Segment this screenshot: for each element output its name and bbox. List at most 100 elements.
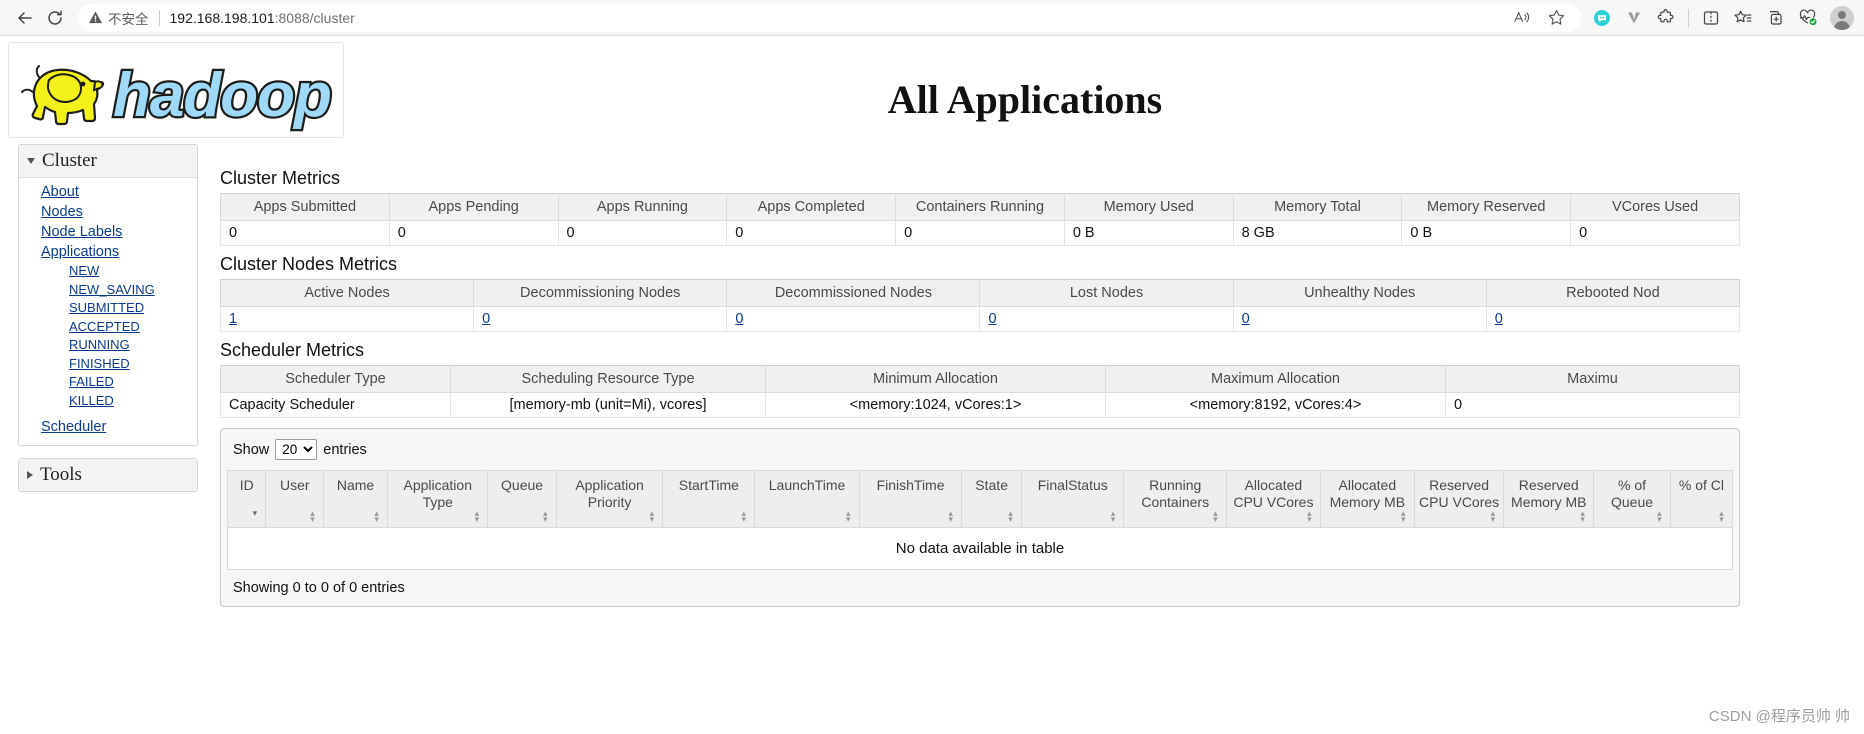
table-row: 1 0 0 0 0 0 xyxy=(219,306,1741,332)
col-header-allocated-cpu-vcores[interactable]: Allocated CPU VCores ▴ ▾ xyxy=(1225,470,1321,528)
profile-avatar-icon[interactable] xyxy=(1830,5,1854,30)
table-row: Capacity Scheduler [memory-mb (unit=Mi),… xyxy=(220,392,1740,418)
col-decommissioning-nodes: Decommissioning Nodes xyxy=(473,279,728,307)
omnibox-divider xyxy=(158,9,160,26)
extensions-puzzle-icon[interactable] xyxy=(1651,4,1681,32)
sidebar-item-state-finished[interactable]: FINISHED xyxy=(19,355,197,374)
applications-table-block: Show 20 entries ID ▾ User ▴ ▾ Name ▴ ▾ A… xyxy=(220,428,1740,607)
toolbar-divider xyxy=(1688,8,1689,27)
table-length-control: Show 20 entries xyxy=(227,435,1733,470)
sort-desc-icon: ▾ xyxy=(252,508,258,518)
scheduler-metrics-title: Scheduler Metrics xyxy=(220,340,365,360)
decommissioned-nodes-link[interactable]: 0 xyxy=(735,311,743,327)
col-header-id[interactable]: ID ▾ xyxy=(226,470,267,528)
col-header-queue[interactable]: Queue ▴ ▾ xyxy=(487,470,557,528)
sort-icon: ▴ ▾ xyxy=(1580,508,1585,524)
col-header-starttime[interactable]: StartTime ▴ ▾ xyxy=(662,470,756,528)
col-header-state[interactable]: State ▴ ▾ xyxy=(961,470,1023,528)
sidebar-panel-cluster: Cluster About Nodes Node Labels Applicat… xyxy=(18,144,198,446)
col-label: FinishTime xyxy=(876,477,945,493)
cluster-nodes-metrics-title: Cluster Nodes Metrics xyxy=(220,254,398,274)
col-header-finishtime[interactable]: FinishTime ▴ ▾ xyxy=(858,470,963,528)
entries-per-page-select[interactable]: 20 xyxy=(275,439,318,460)
sidebar-item-node-labels[interactable]: Node Labels xyxy=(19,222,197,242)
col-label: State xyxy=(975,477,1008,493)
col-header-application-priority[interactable]: Application Priority ▴ ▾ xyxy=(555,470,664,528)
col-label: Running Containers xyxy=(1141,477,1210,510)
favorites-list-icon[interactable] xyxy=(1728,4,1758,32)
col-header-launchtime[interactable]: LaunchTime ▴ ▾ xyxy=(754,470,860,528)
svg-text:hadoop: hadoop xyxy=(113,61,331,130)
sidebar-item-state-failed[interactable]: FAILED xyxy=(19,373,197,392)
sidebar-item-scheduler[interactable]: Scheduler xyxy=(19,417,197,437)
val-unhealthy-nodes: 0 xyxy=(1232,306,1487,332)
browser-essentials-icon[interactable] xyxy=(1792,4,1822,32)
val-containers-running: 0 xyxy=(895,220,1065,246)
split-screen-icon[interactable] xyxy=(1696,4,1726,32)
sort-icon: ▴ ▾ xyxy=(649,508,655,524)
sidebar-item-about[interactable]: About xyxy=(19,182,197,202)
star-icon[interactable] xyxy=(1541,4,1571,32)
table-empty-message: No data available in table xyxy=(227,528,1733,570)
applications-table: ID ▾ User ▴▾ Name ▴▾ Application Type xyxy=(226,470,1734,528)
sidebar-item-nodes[interactable]: Nodes xyxy=(19,202,197,222)
col-rebooted-nodes: Rebooted Nod xyxy=(1485,279,1741,307)
sort-icon: ▴ ▾ xyxy=(1657,508,1662,524)
security-label: 不安全 xyxy=(108,11,149,27)
sidebar-panel-tools: Tools xyxy=(18,458,198,492)
v-extension-icon[interactable] xyxy=(1619,4,1649,32)
security-status[interactable]: 不安全 xyxy=(88,8,149,28)
sort-icon: ▴ ▾ xyxy=(948,508,954,524)
rebooted-nodes-link[interactable]: 0 xyxy=(1495,311,1503,327)
col-label: % of Queue xyxy=(1610,477,1654,510)
refresh-icon[interactable] xyxy=(40,4,70,32)
active-nodes-link[interactable]: 1 xyxy=(229,311,237,327)
col-header-reserved-cpu-vcores[interactable]: Reserved CPU VCores ▴ ▾ xyxy=(1413,470,1505,528)
url-text: 192.168.198.101:8088/cluster xyxy=(170,10,355,26)
col-minimum-allocation: Minimum Allocation xyxy=(765,365,1106,393)
sidebar-cluster-header[interactable]: Cluster xyxy=(19,145,197,178)
sidebar-item-state-accepted[interactable]: ACCEPTED xyxy=(19,318,197,337)
sidebar-item-state-new[interactable]: NEW xyxy=(19,262,197,281)
back-arrow-icon[interactable] xyxy=(10,4,40,32)
sort-icon: ▴ ▾ xyxy=(1719,508,1724,524)
val-apps-running: 0 xyxy=(557,220,728,246)
hadoop-logo[interactable]: hadoop xyxy=(8,42,344,138)
val-decommissioning-nodes: 0 xyxy=(473,306,728,332)
col-memory-reserved: Memory Reserved xyxy=(1401,193,1572,221)
sidebar-item-state-killed[interactable]: KILLED xyxy=(19,392,197,411)
table-info: Showing 0 to 0 of 0 entries xyxy=(233,580,405,596)
val-memory-reserved: 0 B xyxy=(1401,220,1572,246)
unhealthy-nodes-link[interactable]: 0 xyxy=(1242,311,1250,327)
sidebar-tools-header[interactable]: Tools xyxy=(19,459,197,491)
decommissioning-nodes-link[interactable]: 0 xyxy=(482,311,490,327)
sidebar-item-state-submitted[interactable]: SUBMITTED xyxy=(19,299,197,318)
cluster-metrics-table: Apps Submitted Apps Pending Apps Running… xyxy=(220,193,1740,246)
sort-icon: ▴ ▾ xyxy=(1008,508,1013,524)
col-decommissioned-nodes: Decommissioned Nodes xyxy=(726,279,981,307)
col-header-name[interactable]: Name ▴ ▾ xyxy=(323,470,389,528)
read-aloud-icon[interactable] xyxy=(1507,4,1537,32)
url-host: 192.168.198.101 xyxy=(169,9,275,26)
chat-extension-icon[interactable] xyxy=(1587,4,1617,32)
sidebar-item-state-running[interactable]: RUNNING xyxy=(19,336,197,355)
col-header-percent-of-queue[interactable]: % of Queue ▴ ▾ xyxy=(1593,470,1671,528)
lost-nodes-link[interactable]: 0 xyxy=(988,311,996,327)
url-path: /cluster xyxy=(309,9,355,26)
url-port: :8088 xyxy=(274,9,310,26)
col-header-user[interactable]: User ▴ ▾ xyxy=(265,470,325,528)
col-header-application-type[interactable]: Application Type ▴ ▾ xyxy=(387,470,489,528)
col-header-reserved-memory-mb[interactable]: Reserved Memory MB ▴ ▾ xyxy=(1503,470,1595,528)
sidebar-item-state-new-saving[interactable]: NEW_SAVING xyxy=(19,281,197,300)
omnibox-actions xyxy=(1507,4,1571,32)
col-vcores-used: VCores Used xyxy=(1570,193,1740,221)
col-header-running-containers[interactable]: Running Containers ▴ ▾ xyxy=(1123,470,1227,528)
col-header-allocated-memory-mb[interactable]: Allocated Memory MB ▴ ▾ xyxy=(1319,470,1415,528)
sort-icon: ▴ ▾ xyxy=(741,508,746,524)
col-header-percent-of-cluster[interactable]: % of Cl ▴ ▾ xyxy=(1669,470,1734,528)
address-bar[interactable]: 不安全 192.168.198.101:8088/cluster xyxy=(78,3,1581,32)
col-header-finalstatus[interactable]: FinalStatus ▴ ▾ xyxy=(1021,470,1125,528)
collections-icon[interactable] xyxy=(1760,4,1790,32)
sidebar-item-applications[interactable]: Applications xyxy=(19,242,197,262)
length-suffix-label: entries xyxy=(323,441,367,458)
